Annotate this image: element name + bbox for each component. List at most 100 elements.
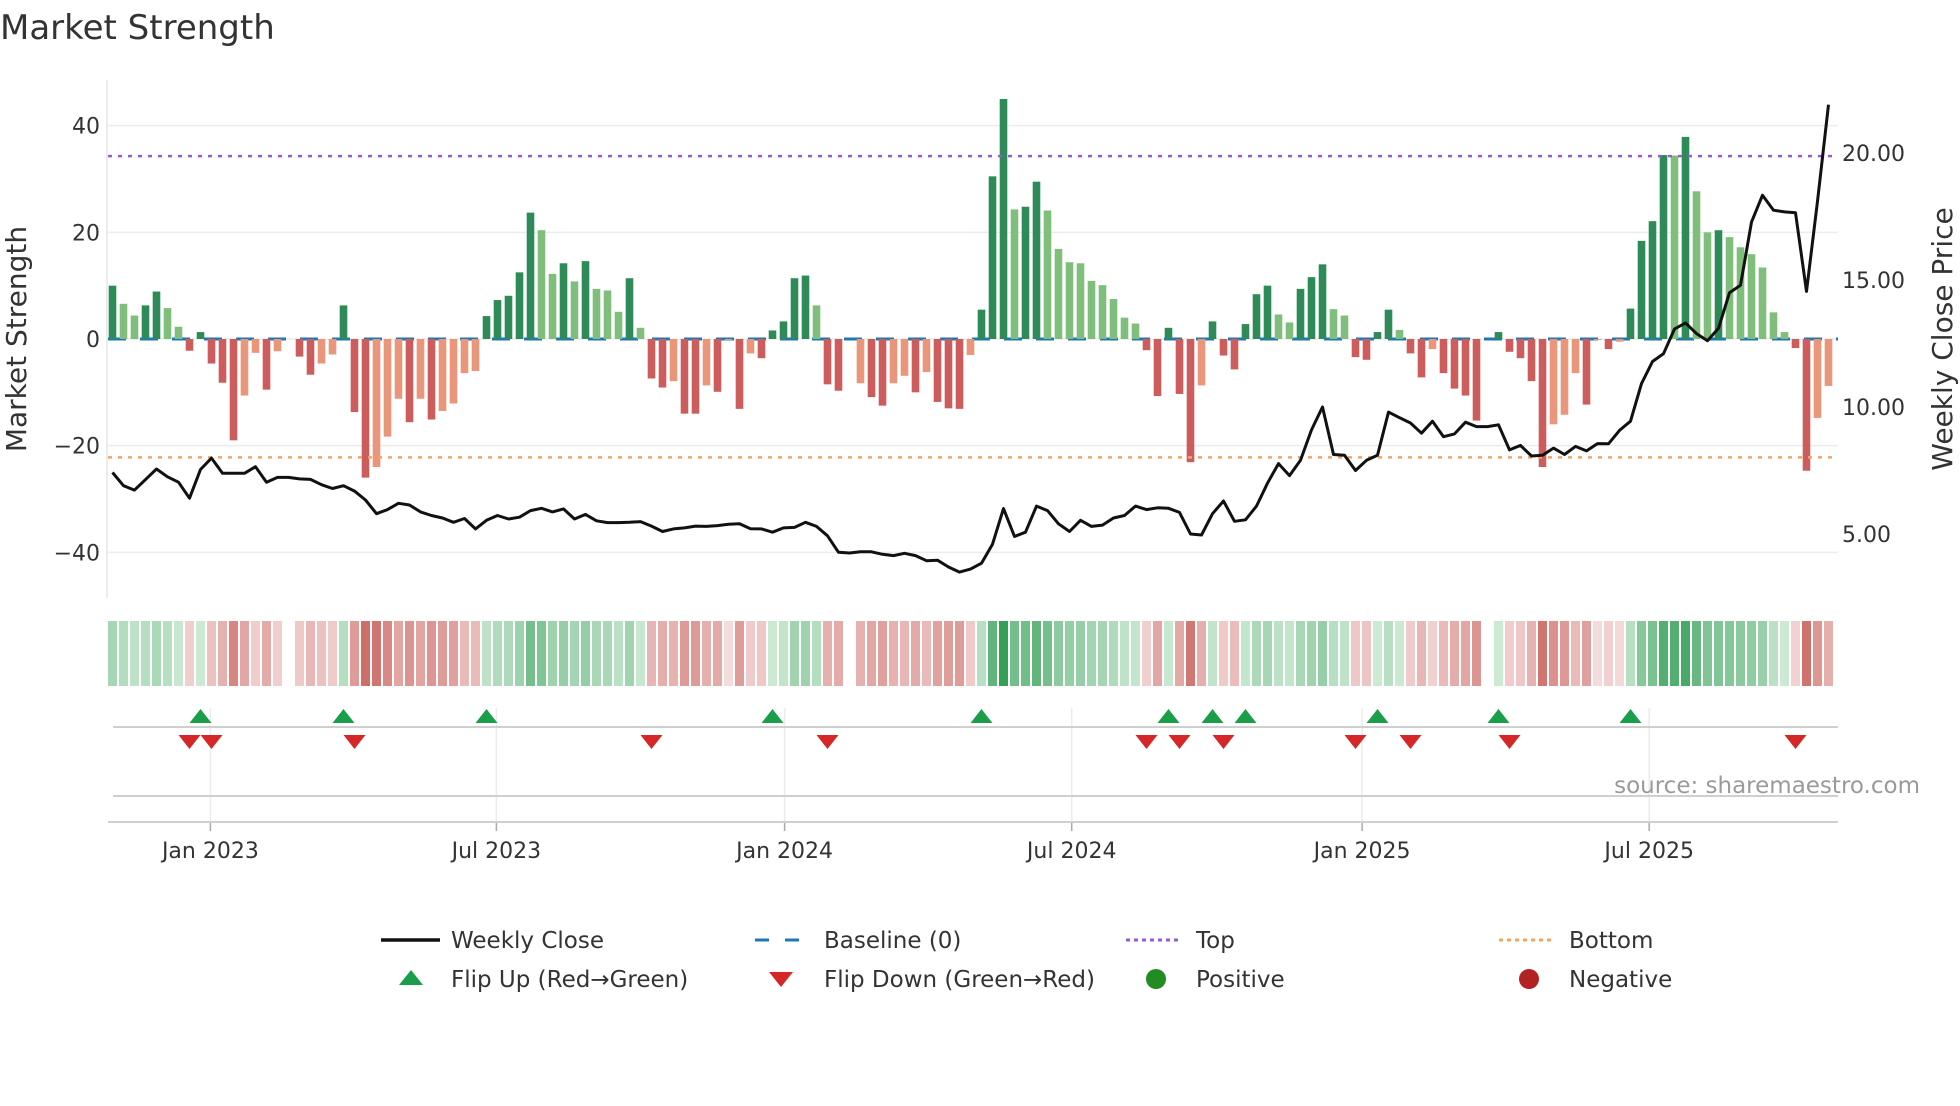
strip-cell	[1791, 621, 1800, 686]
strength-bar	[1824, 339, 1833, 386]
strength-bar	[834, 339, 843, 391]
strip-cell	[383, 621, 392, 686]
strength-bar	[427, 339, 436, 420]
strip-cell	[273, 621, 282, 686]
strip-cell	[1230, 621, 1239, 686]
strength-bar	[1043, 210, 1052, 339]
strip-cell	[625, 621, 634, 686]
strip-cell	[988, 621, 997, 686]
strength-bar	[1659, 155, 1668, 339]
strength-bar	[922, 339, 931, 373]
strip-cell	[152, 621, 161, 686]
strength-bar	[1450, 339, 1459, 389]
flip-down-marker	[1399, 735, 1422, 749]
strength-bar	[603, 290, 612, 339]
strength-bar	[1494, 332, 1503, 339]
strength-bar	[581, 261, 590, 339]
strip-cell	[108, 621, 117, 686]
strength-bar	[1197, 339, 1206, 386]
strip-cell	[1472, 621, 1481, 686]
strength-bar	[482, 316, 491, 339]
strength-bar	[977, 309, 986, 339]
strength-bar	[1417, 339, 1426, 378]
y2-tick-label: 5.00	[1842, 523, 1891, 548]
strength-bar	[394, 339, 403, 399]
strength-bar	[526, 212, 535, 339]
strip-cell	[1692, 621, 1701, 686]
strip-cell	[614, 621, 623, 686]
strength-bar	[1472, 339, 1481, 421]
strip-cell	[1670, 621, 1679, 686]
strip-cell	[1626, 621, 1635, 686]
triangle-down-icon	[769, 972, 793, 987]
strength-bar	[295, 339, 304, 357]
strip-cell	[218, 621, 227, 686]
strip-cell	[1593, 621, 1602, 686]
strip-cell	[1780, 621, 1789, 686]
strength-bar	[955, 339, 964, 409]
strip-cell	[735, 621, 744, 686]
strip-cell	[1538, 621, 1547, 686]
strength-bar	[669, 339, 678, 382]
legend-item: Flip Down (Green→Red)	[769, 967, 1095, 993]
strength-bar	[1054, 248, 1063, 339]
strength-bar	[1538, 339, 1547, 467]
strength-bar	[1098, 285, 1107, 339]
strip-cell	[1615, 621, 1624, 686]
strength-bar	[1406, 339, 1415, 354]
strip-cell	[537, 621, 546, 686]
strength-bar	[317, 339, 326, 364]
strength-bar	[1318, 264, 1327, 339]
strength-bar	[625, 278, 634, 339]
strength-bar	[273, 339, 282, 352]
strength-bar	[647, 339, 656, 379]
strength-bar	[812, 305, 821, 339]
strength-bar	[1582, 339, 1591, 405]
chart-title: Market Strength	[0, 8, 275, 48]
strength-bar	[1384, 309, 1393, 339]
strength-bar	[1395, 329, 1404, 339]
strip-cell	[1373, 621, 1382, 686]
strength-bar	[614, 311, 623, 339]
x-tick-label: Jan 2025	[1312, 839, 1411, 864]
strength-bar	[460, 339, 469, 374]
legend-label: Top	[1195, 928, 1235, 954]
strip-cell	[889, 621, 898, 686]
strip-cell	[1076, 621, 1085, 686]
strength-bar	[218, 339, 227, 383]
strip-cell	[1395, 621, 1404, 686]
strength-bar	[1439, 339, 1448, 374]
strip-cell	[812, 621, 821, 686]
strip-cell	[1010, 621, 1019, 686]
strength-bar	[515, 272, 524, 339]
strength-bar	[251, 339, 260, 353]
strength-bar	[724, 339, 733, 341]
strength-bar	[1780, 332, 1789, 339]
strength-bar	[1428, 339, 1437, 350]
strength-bar	[944, 339, 953, 409]
x-tick-label: Jan 2024	[734, 839, 833, 864]
strip-cell	[207, 621, 216, 686]
strip-cell	[1318, 621, 1327, 686]
strength-bar	[735, 339, 744, 409]
legend-label: Weekly Close	[451, 928, 604, 954]
strength-bar	[779, 321, 788, 339]
strip-cell	[1351, 621, 1360, 686]
strip-cell	[493, 621, 502, 686]
strength-bar	[1736, 247, 1745, 339]
strip-cell	[977, 621, 986, 686]
strength-bar	[1747, 254, 1756, 339]
y2-tick-label: 20.00	[1842, 142, 1905, 167]
strength-bar	[1692, 191, 1701, 339]
y2-tick-label: 15.00	[1842, 269, 1905, 294]
strength-bar	[240, 339, 249, 396]
strip-cell	[1450, 621, 1459, 686]
strip-cell	[1065, 621, 1074, 686]
strip-cell	[1703, 621, 1712, 686]
strip-cell	[394, 621, 403, 686]
strength-bar	[1351, 339, 1360, 358]
flip-down-marker	[178, 735, 201, 749]
strip-cell	[1736, 621, 1745, 686]
strip-cell	[1219, 621, 1228, 686]
y-tick-label: −20	[54, 435, 100, 460]
